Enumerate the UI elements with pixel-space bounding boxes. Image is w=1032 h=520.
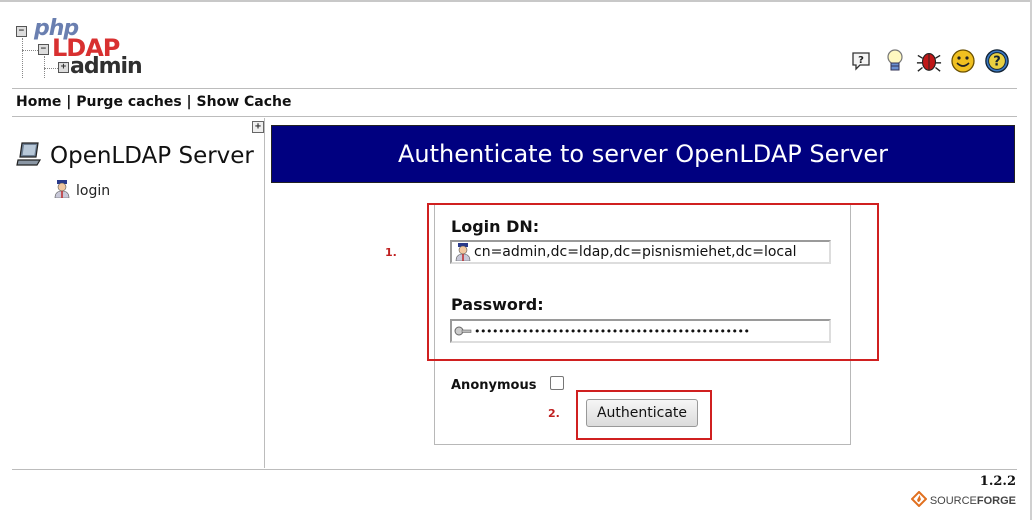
sidebar-server-item[interactable]: OpenLDAP Server — [16, 140, 254, 172]
menu-divider-top — [12, 88, 1017, 89]
help-icon[interactable]: ? — [848, 48, 874, 74]
menu-divider-bottom — [12, 116, 1017, 117]
menu-separator: | — [186, 94, 192, 110]
footer-divider — [12, 469, 1017, 470]
login-dn-field[interactable]: cn=admin,dc=ldap,dc=pisnismiehet,dc=loca… — [450, 240, 831, 264]
annotation-number-2: 2. — [548, 407, 560, 420]
annotation-number-1: 1. — [385, 246, 397, 259]
tree-line — [44, 68, 58, 69]
authenticate-button[interactable]: Authenticate — [586, 399, 698, 427]
bug-icon[interactable] — [916, 48, 942, 74]
menu-purge-caches-link[interactable]: Purge caches — [76, 94, 181, 110]
svg-text:?: ? — [993, 55, 1001, 70]
logo-admin: admin — [70, 54, 143, 79]
tree-line — [22, 50, 38, 51]
anonymous-label: Anonymous — [451, 378, 537, 393]
sidebar-divider — [264, 118, 265, 468]
login-dn-label: Login DN: — [451, 217, 540, 236]
top-menu: Home | Purge caches | Show Cache — [16, 94, 292, 110]
password-label: Password: — [451, 295, 544, 314]
smiley-icon[interactable] — [950, 48, 976, 74]
user-icon — [54, 180, 70, 202]
tree-minus-icon: − — [16, 26, 27, 37]
top-border — [0, 0, 1032, 2]
version-label: 1.2.2 — [979, 474, 1016, 489]
menu-separator: | — [66, 94, 72, 110]
tree-minus-icon: − — [38, 44, 49, 55]
svg-text:?: ? — [858, 55, 864, 66]
sourceforge-text-source: SOURCE — [929, 494, 977, 507]
sidebar-server-name: OpenLDAP Server — [50, 143, 254, 169]
sourceforge-text-forge: FORGE — [976, 494, 1016, 507]
user-icon — [454, 242, 472, 262]
server-computer-icon — [16, 140, 44, 172]
password-value: ••••••••••••••••••••••••••••••••••••••••… — [474, 324, 750, 338]
sidebar-item-label: login — [76, 183, 111, 199]
sidebar-item-login[interactable]: login — [54, 180, 110, 202]
sourceforge-logo[interactable]: SOURCE FORGE — [910, 490, 1016, 510]
login-dn-value: cn=admin,dc=ldap,dc=pisnismiehet,dc=loca… — [474, 244, 797, 260]
password-field[interactable]: ••••••••••••••••••••••••••••••••••••••••… — [450, 319, 831, 343]
menu-show-cache-link[interactable]: Show Cache — [197, 94, 292, 110]
menu-home-link[interactable]: Home — [16, 94, 61, 110]
page-title: Authenticate to server OpenLDAP Server — [271, 125, 1015, 183]
tree-line — [44, 56, 45, 78]
tree-plus-icon: + — [58, 62, 69, 73]
key-icon — [454, 321, 472, 341]
question-icon[interactable]: ? — [984, 48, 1010, 74]
tree-line — [22, 38, 23, 78]
header-icons: ? ? — [848, 48, 1010, 74]
sourceforge-icon — [910, 490, 928, 510]
anonymous-checkbox[interactable] — [550, 376, 564, 390]
expand-toggle-icon[interactable]: + — [252, 121, 264, 133]
light-bulb-icon[interactable] — [882, 48, 908, 74]
phpldapadmin-logo[interactable]: − − + php LDAP admin — [14, 16, 154, 82]
